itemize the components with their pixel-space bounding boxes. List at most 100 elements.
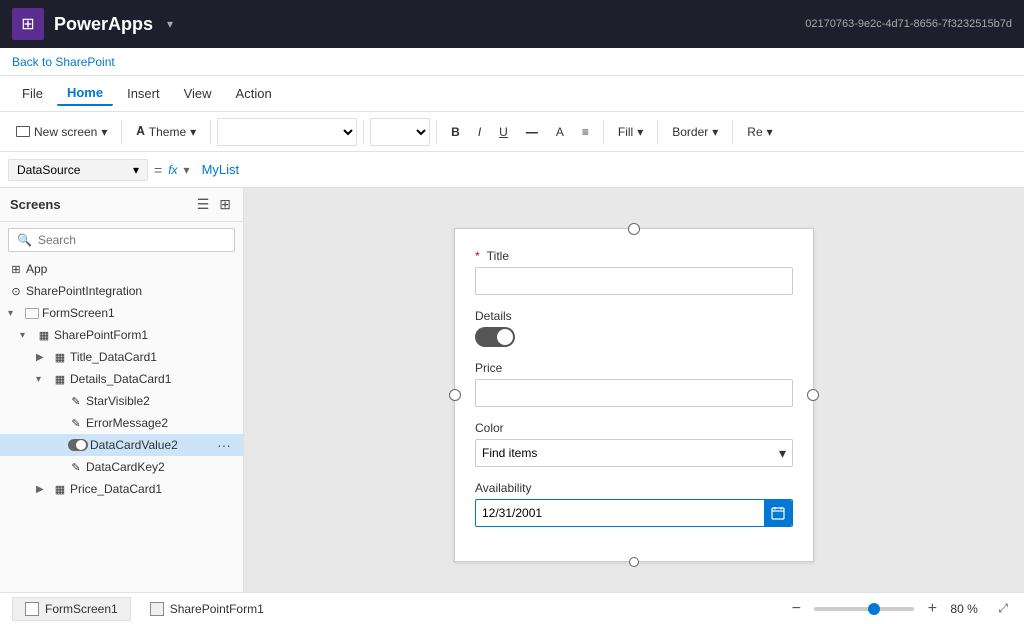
search-box: 🔍 xyxy=(8,228,235,252)
app-title-chevron[interactable]: ▾ xyxy=(167,17,173,31)
title-datacard1-chevron: ▶ xyxy=(36,352,50,363)
sidebar-label-datacardvalue2: DataCardValue2 xyxy=(90,438,178,452)
app-title: PowerApps xyxy=(54,14,153,35)
apps-grid-button[interactable]: ⊞ xyxy=(12,8,44,40)
sidebar-header: Screens ☰ ⊞ xyxy=(0,188,243,222)
sidebar-item-datacardvalue2[interactable]: ▶ DataCardValue2 ··· xyxy=(0,434,243,456)
status-tab-sharepointform1-label: SharePointForm1 xyxy=(170,602,264,616)
details-toggle[interactable] xyxy=(475,327,515,347)
zoom-plus-button[interactable]: + xyxy=(922,599,942,619)
status-tab-formscreen1[interactable]: FormScreen1 xyxy=(12,597,131,621)
search-icon: 🔍 xyxy=(17,233,32,247)
sidebar-item-sharepointform1[interactable]: ▾ ▦ SharePointForm1 xyxy=(0,324,243,346)
handle-left[interactable] xyxy=(449,389,461,401)
sidebar-item-formscreen1[interactable]: ▾ FormScreen1 xyxy=(0,302,243,324)
fit-screen-button[interactable]: ⤢ xyxy=(994,599,1012,619)
toolbar-sep-3 xyxy=(363,120,364,144)
back-to-sharepoint-link[interactable]: Back to SharePoint xyxy=(12,55,115,69)
fill-button[interactable]: Fill ▾ xyxy=(610,121,651,143)
font-color-button[interactable]: A xyxy=(548,121,572,143)
app-id: 02170763-9e2c-4d71-8656-7f3232515b7d xyxy=(805,18,1012,30)
formula-label-text: DataSource xyxy=(17,163,80,177)
search-input[interactable] xyxy=(38,233,226,247)
bold-button[interactable]: B xyxy=(443,121,468,143)
color-dropdown[interactable]: Find items ▾ xyxy=(475,439,793,467)
toolbar-sep-2 xyxy=(210,120,211,144)
zoom-slider[interactable] xyxy=(814,607,914,611)
handle-bottom[interactable] xyxy=(629,557,639,567)
font-family-select[interactable] xyxy=(217,118,357,146)
sidebar-label-title-datacard1: Title_DataCard1 xyxy=(70,350,157,364)
toolbar-sep-7 xyxy=(732,120,733,144)
sidebar-item-starvisible2[interactable]: ▶ ✎ StarVisible2 xyxy=(0,390,243,412)
details-datacard1-chevron: ▾ xyxy=(36,374,50,385)
sidebar-item-details-datacard1[interactable]: ▾ ▦ Details_DataCard1 xyxy=(0,368,243,390)
menu-home[interactable]: Home xyxy=(57,81,113,106)
form-card: * Title Details Price Color xyxy=(454,228,814,562)
menu-file[interactable]: File xyxy=(12,82,53,105)
title-label-text: Title xyxy=(487,249,509,263)
sidebar-item-datacardkey2[interactable]: ▶ ✎ DataCardKey2 xyxy=(0,456,243,478)
datacardvalue2-context-menu[interactable]: ··· xyxy=(213,437,235,453)
grid-icon: ⊞ xyxy=(21,14,34,34)
handle-top[interactable] xyxy=(628,223,640,235)
price-input[interactable] xyxy=(475,379,793,407)
italic-button[interactable]: I xyxy=(470,121,489,143)
details-field-group: Details xyxy=(475,309,793,347)
zoom-minus-button[interactable]: − xyxy=(786,599,806,619)
formula-label-selector[interactable]: DataSource ▾ xyxy=(8,159,148,181)
sidebar-list-view-icon[interactable]: ☰ xyxy=(195,194,212,215)
underline-button[interactable]: U xyxy=(491,121,516,143)
font-size-select[interactable] xyxy=(370,118,430,146)
calendar-icon-button[interactable] xyxy=(764,500,792,526)
color-field-group: Color Find items ▾ xyxy=(475,421,793,467)
price-datacard1-chevron: ▶ xyxy=(36,484,50,495)
status-tab-sharepointform1[interactable]: SharePointForm1 xyxy=(137,597,277,621)
fill-chevron: ▾ xyxy=(637,125,643,139)
title-input[interactable] xyxy=(475,267,793,295)
sidebar-item-title-datacard1[interactable]: ▶ ▦ Title_DataCard1 xyxy=(0,346,243,368)
strikethrough-button[interactable]: — xyxy=(518,121,546,143)
app-icon: ⊞ xyxy=(8,261,24,277)
align-button[interactable]: ≡ xyxy=(574,121,597,143)
new-screen-button[interactable]: New screen ▾ xyxy=(8,121,115,143)
sharepointform1-chevron: ▾ xyxy=(20,330,34,341)
list-icon-details-dc: ▦ xyxy=(52,371,68,387)
formula-input[interactable] xyxy=(196,162,1016,177)
pencil-icon-errormessage2: ✎ xyxy=(68,415,84,431)
menu-view[interactable]: View xyxy=(174,82,222,105)
screen-icon-formscreen1 xyxy=(24,305,40,321)
formula-fx-button[interactable]: fx xyxy=(168,163,177,177)
toolbar: New screen ▾ 𝐀 Theme ▾ B I U — A ≡ Fill … xyxy=(0,112,1024,152)
topbar: ⊞ PowerApps ▾ 02170763-9e2c-4d71-8656-7f… xyxy=(0,0,1024,48)
menu-action[interactable]: Action xyxy=(226,82,282,105)
sidebar-item-sharepointintegration[interactable]: ⊙ SharePointIntegration xyxy=(0,280,243,302)
status-right: − + 80 % ⤢ xyxy=(786,599,1012,619)
sidebar-label-sharepointintegration: SharePointIntegration xyxy=(26,284,142,298)
sidebar-title: Screens xyxy=(10,197,61,212)
list-icon-title-dc: ▦ xyxy=(52,349,68,365)
sidebar-label-sharepointform1: SharePointForm1 xyxy=(54,328,148,342)
border-chevron: ▾ xyxy=(712,125,718,139)
price-label: Price xyxy=(475,361,793,375)
formula-chevron[interactable]: ▾ xyxy=(184,163,190,177)
sidebar-label-app: App xyxy=(26,262,47,276)
theme-button[interactable]: 𝐀 Theme ▾ xyxy=(128,120,204,143)
status-tab-formscreen1-label: FormScreen1 xyxy=(45,602,118,616)
toolbar-sep-4 xyxy=(436,120,437,144)
handle-right[interactable] xyxy=(807,389,819,401)
main-content: Screens ☰ ⊞ 🔍 ⊞ App ⊙ SharePointIntegrat… xyxy=(0,188,1024,592)
sidebar: Screens ☰ ⊞ 🔍 ⊞ App ⊙ SharePointIntegrat… xyxy=(0,188,244,592)
reorder-button[interactable]: Re ▾ xyxy=(739,121,780,143)
sidebar-item-app[interactable]: ⊞ App xyxy=(0,258,243,280)
theme-label: Theme xyxy=(149,125,186,139)
border-button[interactable]: Border ▾ xyxy=(664,121,726,143)
sidebar-grid-view-icon[interactable]: ⊞ xyxy=(217,194,233,215)
menu-insert[interactable]: Insert xyxy=(117,82,170,105)
sidebar-label-starvisible2: StarVisible2 xyxy=(86,394,150,408)
sidebar-item-price-datacard1[interactable]: ▶ ▦ Price_DataCard1 xyxy=(0,478,243,500)
sidebar-item-errormessage2[interactable]: ▶ ✎ ErrorMessage2 xyxy=(0,412,243,434)
availability-date-input[interactable] xyxy=(476,506,764,520)
toolbar-sep-1 xyxy=(121,120,122,144)
status-bar: FormScreen1 SharePointForm1 − + 80 % ⤢ xyxy=(0,592,1024,624)
